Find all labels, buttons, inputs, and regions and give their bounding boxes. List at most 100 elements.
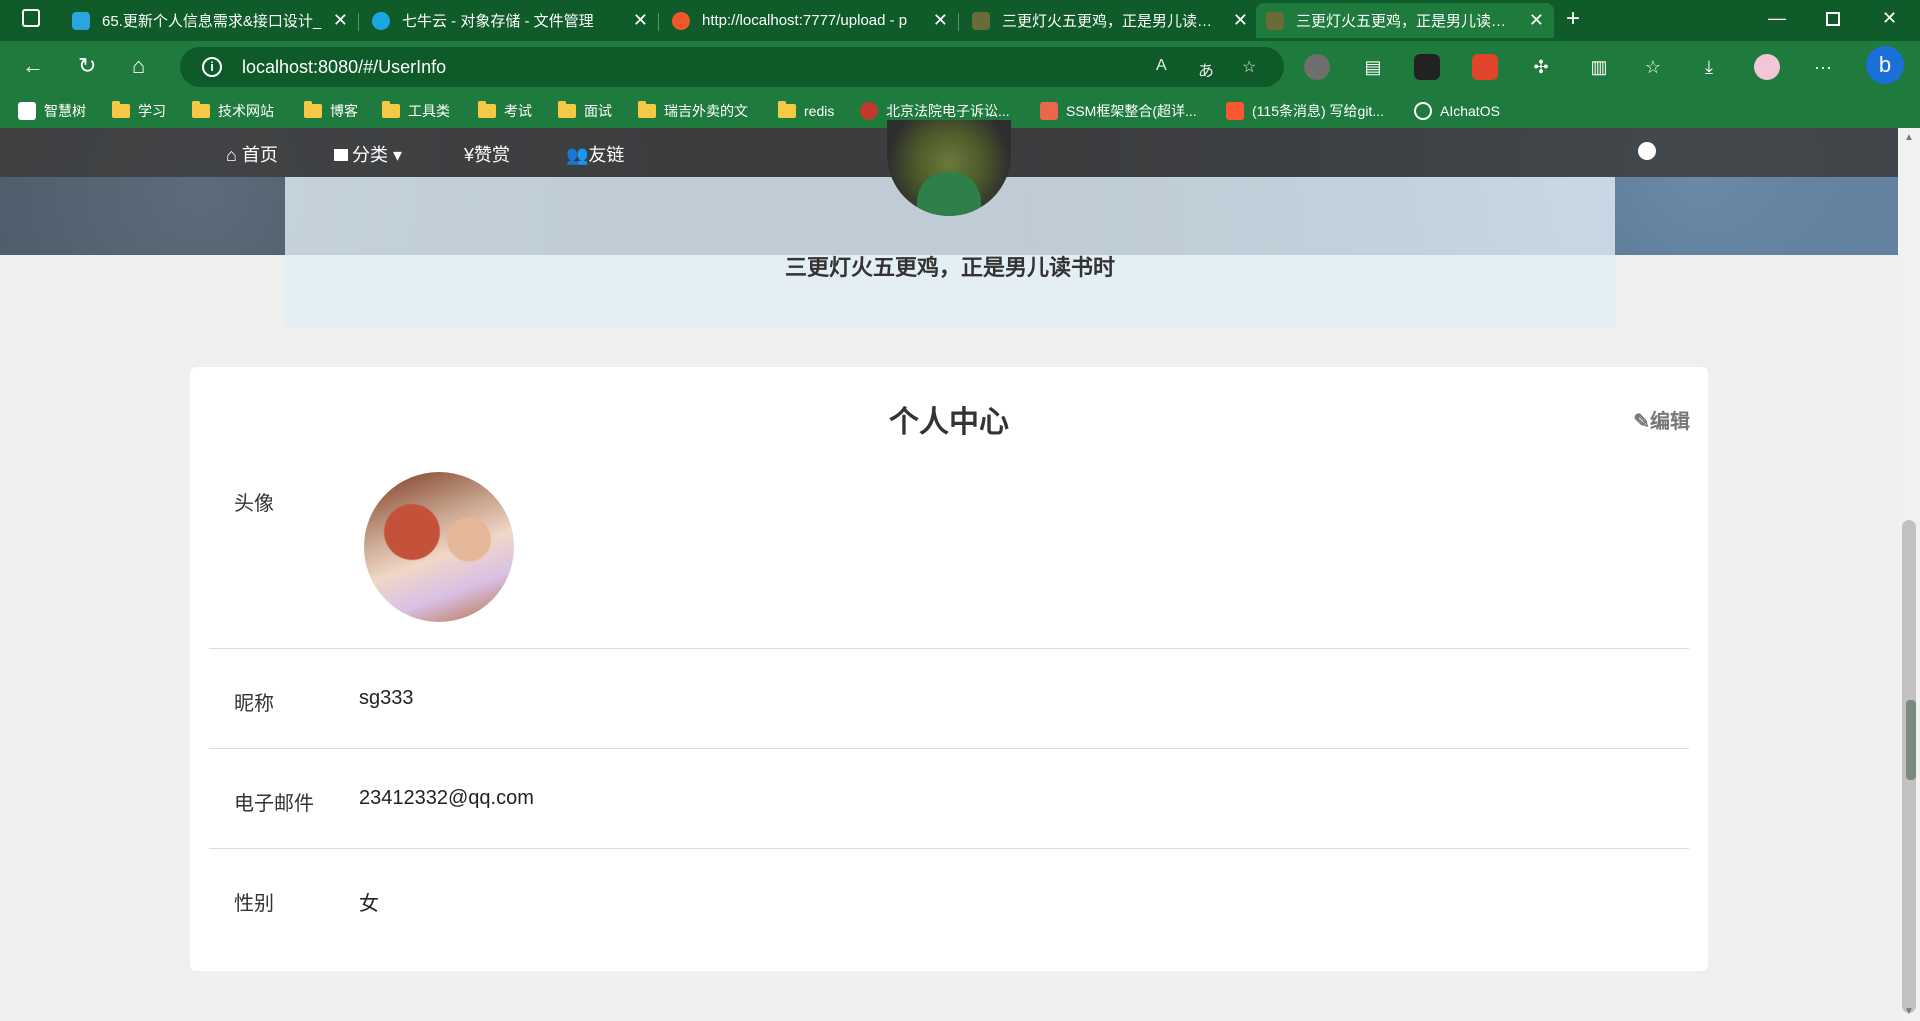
- bookmark-folder[interactable]: 工具类: [382, 100, 450, 122]
- close-tab-icon[interactable]: ✕: [1529, 10, 1544, 31]
- bookmark-folder[interactable]: 学习: [112, 100, 166, 122]
- folder-icon: [558, 101, 576, 118]
- bookmark-item[interactable]: 智慧树: [18, 100, 86, 122]
- extension-glasses-icon[interactable]: [1414, 54, 1440, 80]
- postman-icon: [672, 11, 690, 30]
- read-aloud-icon[interactable]: A: [1156, 57, 1167, 75]
- close-tab-icon[interactable]: ✕: [933, 10, 948, 31]
- blog-title: 三更灯火五更鸡，正是男儿读书时: [784, 255, 1115, 280]
- profile-avatar-icon[interactable]: [1754, 54, 1780, 80]
- bookmark-folder[interactable]: 面试: [558, 100, 612, 122]
- bilibili-icon: [72, 11, 90, 30]
- bookmark-folder[interactable]: 瑞吉外卖的文: [638, 100, 748, 122]
- avatar-label: 头像: [234, 493, 274, 515]
- caret-down-icon: ▾: [393, 145, 403, 165]
- site-info-icon[interactable]: i: [202, 57, 222, 77]
- yen-icon: ¥: [464, 145, 475, 165]
- bookmark-item[interactable]: 北京法院电子诉讼...: [860, 100, 1010, 122]
- tab-5-active[interactable]: 三更灯火五更鸡，正是男儿读书时 ✕: [1256, 3, 1554, 38]
- back-icon[interactable]: ←: [22, 53, 44, 79]
- email-label: 电子邮件: [234, 793, 314, 815]
- folder-icon: [304, 101, 322, 118]
- scroll-up-icon[interactable]: ▲: [1904, 132, 1914, 143]
- tab-separator: [358, 13, 359, 31]
- bookmark-item[interactable]: SSM框架整合(超详...: [1040, 100, 1197, 122]
- nav-category[interactable]: 分类 ▾: [334, 141, 402, 167]
- folder-icon: [778, 101, 796, 118]
- tab-title: 65.更新个人信息需求&接口设计_: [102, 13, 322, 30]
- edit-button[interactable]: ✎编辑: [1633, 405, 1690, 434]
- gender-label: 性别: [234, 893, 274, 915]
- new-tab-icon[interactable]: +: [1566, 5, 1580, 33]
- bookmark-folder[interactable]: 考试: [478, 100, 532, 122]
- divider: [209, 748, 1689, 749]
- translate-icon[interactable]: あ: [1198, 57, 1214, 81]
- downloads-icon[interactable]: ⤓: [1696, 54, 1722, 80]
- tab-1[interactable]: 65.更新个人信息需求&接口设计_ ✕: [62, 3, 358, 38]
- jianshu-icon: [1040, 102, 1058, 120]
- toolbar: ← ↻ ⌂ i localhost:8080/#/UserInfo A あ ☆ …: [0, 41, 1920, 94]
- tab-2[interactable]: 七牛云 - 对象存储 - 文件管理 ✕: [362, 3, 658, 38]
- extension-owl-icon[interactable]: [1304, 54, 1330, 80]
- home-icon: ⌂: [226, 145, 237, 165]
- nickname-label: 昵称: [234, 693, 274, 715]
- nav-reward[interactable]: ¥赞赏: [464, 141, 510, 167]
- minimize-icon[interactable]: —: [1768, 8, 1786, 29]
- home-icon[interactable]: ⌂: [132, 53, 145, 79]
- more-menu-icon[interactable]: ···: [1810, 54, 1836, 80]
- email-value: 23412332@qq.com: [359, 787, 534, 809]
- folder-icon: [112, 101, 130, 118]
- close-tab-icon[interactable]: ✕: [1233, 10, 1248, 31]
- restore-icon[interactable]: [1826, 12, 1840, 26]
- users-icon: 👥: [566, 145, 589, 165]
- app-icon: [18, 102, 36, 120]
- tab-title: 三更灯火五更鸡，正是男儿读书时: [1002, 13, 1225, 30]
- tab-title: 七牛云 - 对象存储 - 文件管理: [402, 13, 594, 30]
- tab-4[interactable]: 三更灯火五更鸡，正是男儿读书时 ✕: [962, 3, 1258, 38]
- nav-friends[interactable]: 👥友链: [566, 141, 624, 167]
- extension-dice-icon[interactable]: [1472, 54, 1498, 80]
- category-icon: [334, 149, 348, 161]
- bookmark-folder[interactable]: 博客: [304, 100, 358, 122]
- tab-actions-icon[interactable]: [22, 9, 40, 27]
- qiniu-icon: [372, 11, 390, 30]
- tab-3[interactable]: http://localhost:7777/upload - p ✕: [662, 3, 958, 38]
- split-screen-icon[interactable]: ▥: [1586, 54, 1612, 80]
- court-icon: [860, 102, 878, 120]
- url-text[interactable]: localhost:8080/#/UserInfo: [242, 57, 446, 78]
- tab-separator: [658, 13, 659, 31]
- bookmark-folder[interactable]: redis: [778, 100, 834, 122]
- site-favicon-icon: [972, 11, 990, 30]
- close-tab-icon[interactable]: ✕: [333, 10, 348, 31]
- side-widget[interactable]: [1906, 700, 1916, 780]
- page-title: 个人中心: [889, 406, 1009, 439]
- refresh-icon[interactable]: ↻: [78, 53, 96, 79]
- openai-icon: [1414, 102, 1432, 120]
- bookmark-item[interactable]: AIchatOS: [1414, 100, 1500, 122]
- extensions-icon[interactable]: ✣: [1528, 54, 1554, 80]
- edit-icon: ✎: [1633, 411, 1650, 433]
- close-window-icon[interactable]: ✕: [1882, 8, 1897, 29]
- divider: [209, 848, 1689, 849]
- tab-title: http://localhost:7777/upload - p: [702, 12, 908, 29]
- tab-bar: 65.更新个人信息需求&接口设计_ ✕ 七牛云 - 对象存储 - 文件管理 ✕ …: [0, 0, 1920, 41]
- folder-icon: [192, 101, 210, 118]
- bing-copilot-icon[interactable]: b: [1866, 46, 1904, 84]
- bookmark-folder[interactable]: 技术网站: [192, 100, 274, 122]
- close-tab-icon[interactable]: ✕: [633, 10, 648, 31]
- nav-home[interactable]: ⌂ 首页: [226, 141, 278, 167]
- site-favicon-icon: [1266, 11, 1284, 30]
- nickname-value: sg333: [359, 687, 414, 709]
- favorites-icon[interactable]: ☆: [1640, 54, 1666, 80]
- profile-card: 个人中心 ✎编辑 头像 昵称 sg333 电子邮件 23412332@qq.co…: [190, 367, 1708, 971]
- folder-icon: [382, 101, 400, 118]
- bookmark-item[interactable]: (115条消息) 写给git...: [1226, 100, 1384, 122]
- user-icon[interactable]: [1638, 142, 1656, 160]
- scroll-down-icon[interactable]: ▼: [1904, 1006, 1914, 1017]
- address-bar[interactable]: i localhost:8080/#/UserInfo A あ ☆: [180, 47, 1284, 87]
- extension-clipboard-icon[interactable]: ▤: [1360, 54, 1386, 80]
- add-favorite-icon[interactable]: ☆: [1242, 57, 1256, 77]
- folder-icon: [638, 101, 656, 118]
- folder-icon: [478, 101, 496, 118]
- user-avatar[interactable]: [364, 472, 514, 622]
